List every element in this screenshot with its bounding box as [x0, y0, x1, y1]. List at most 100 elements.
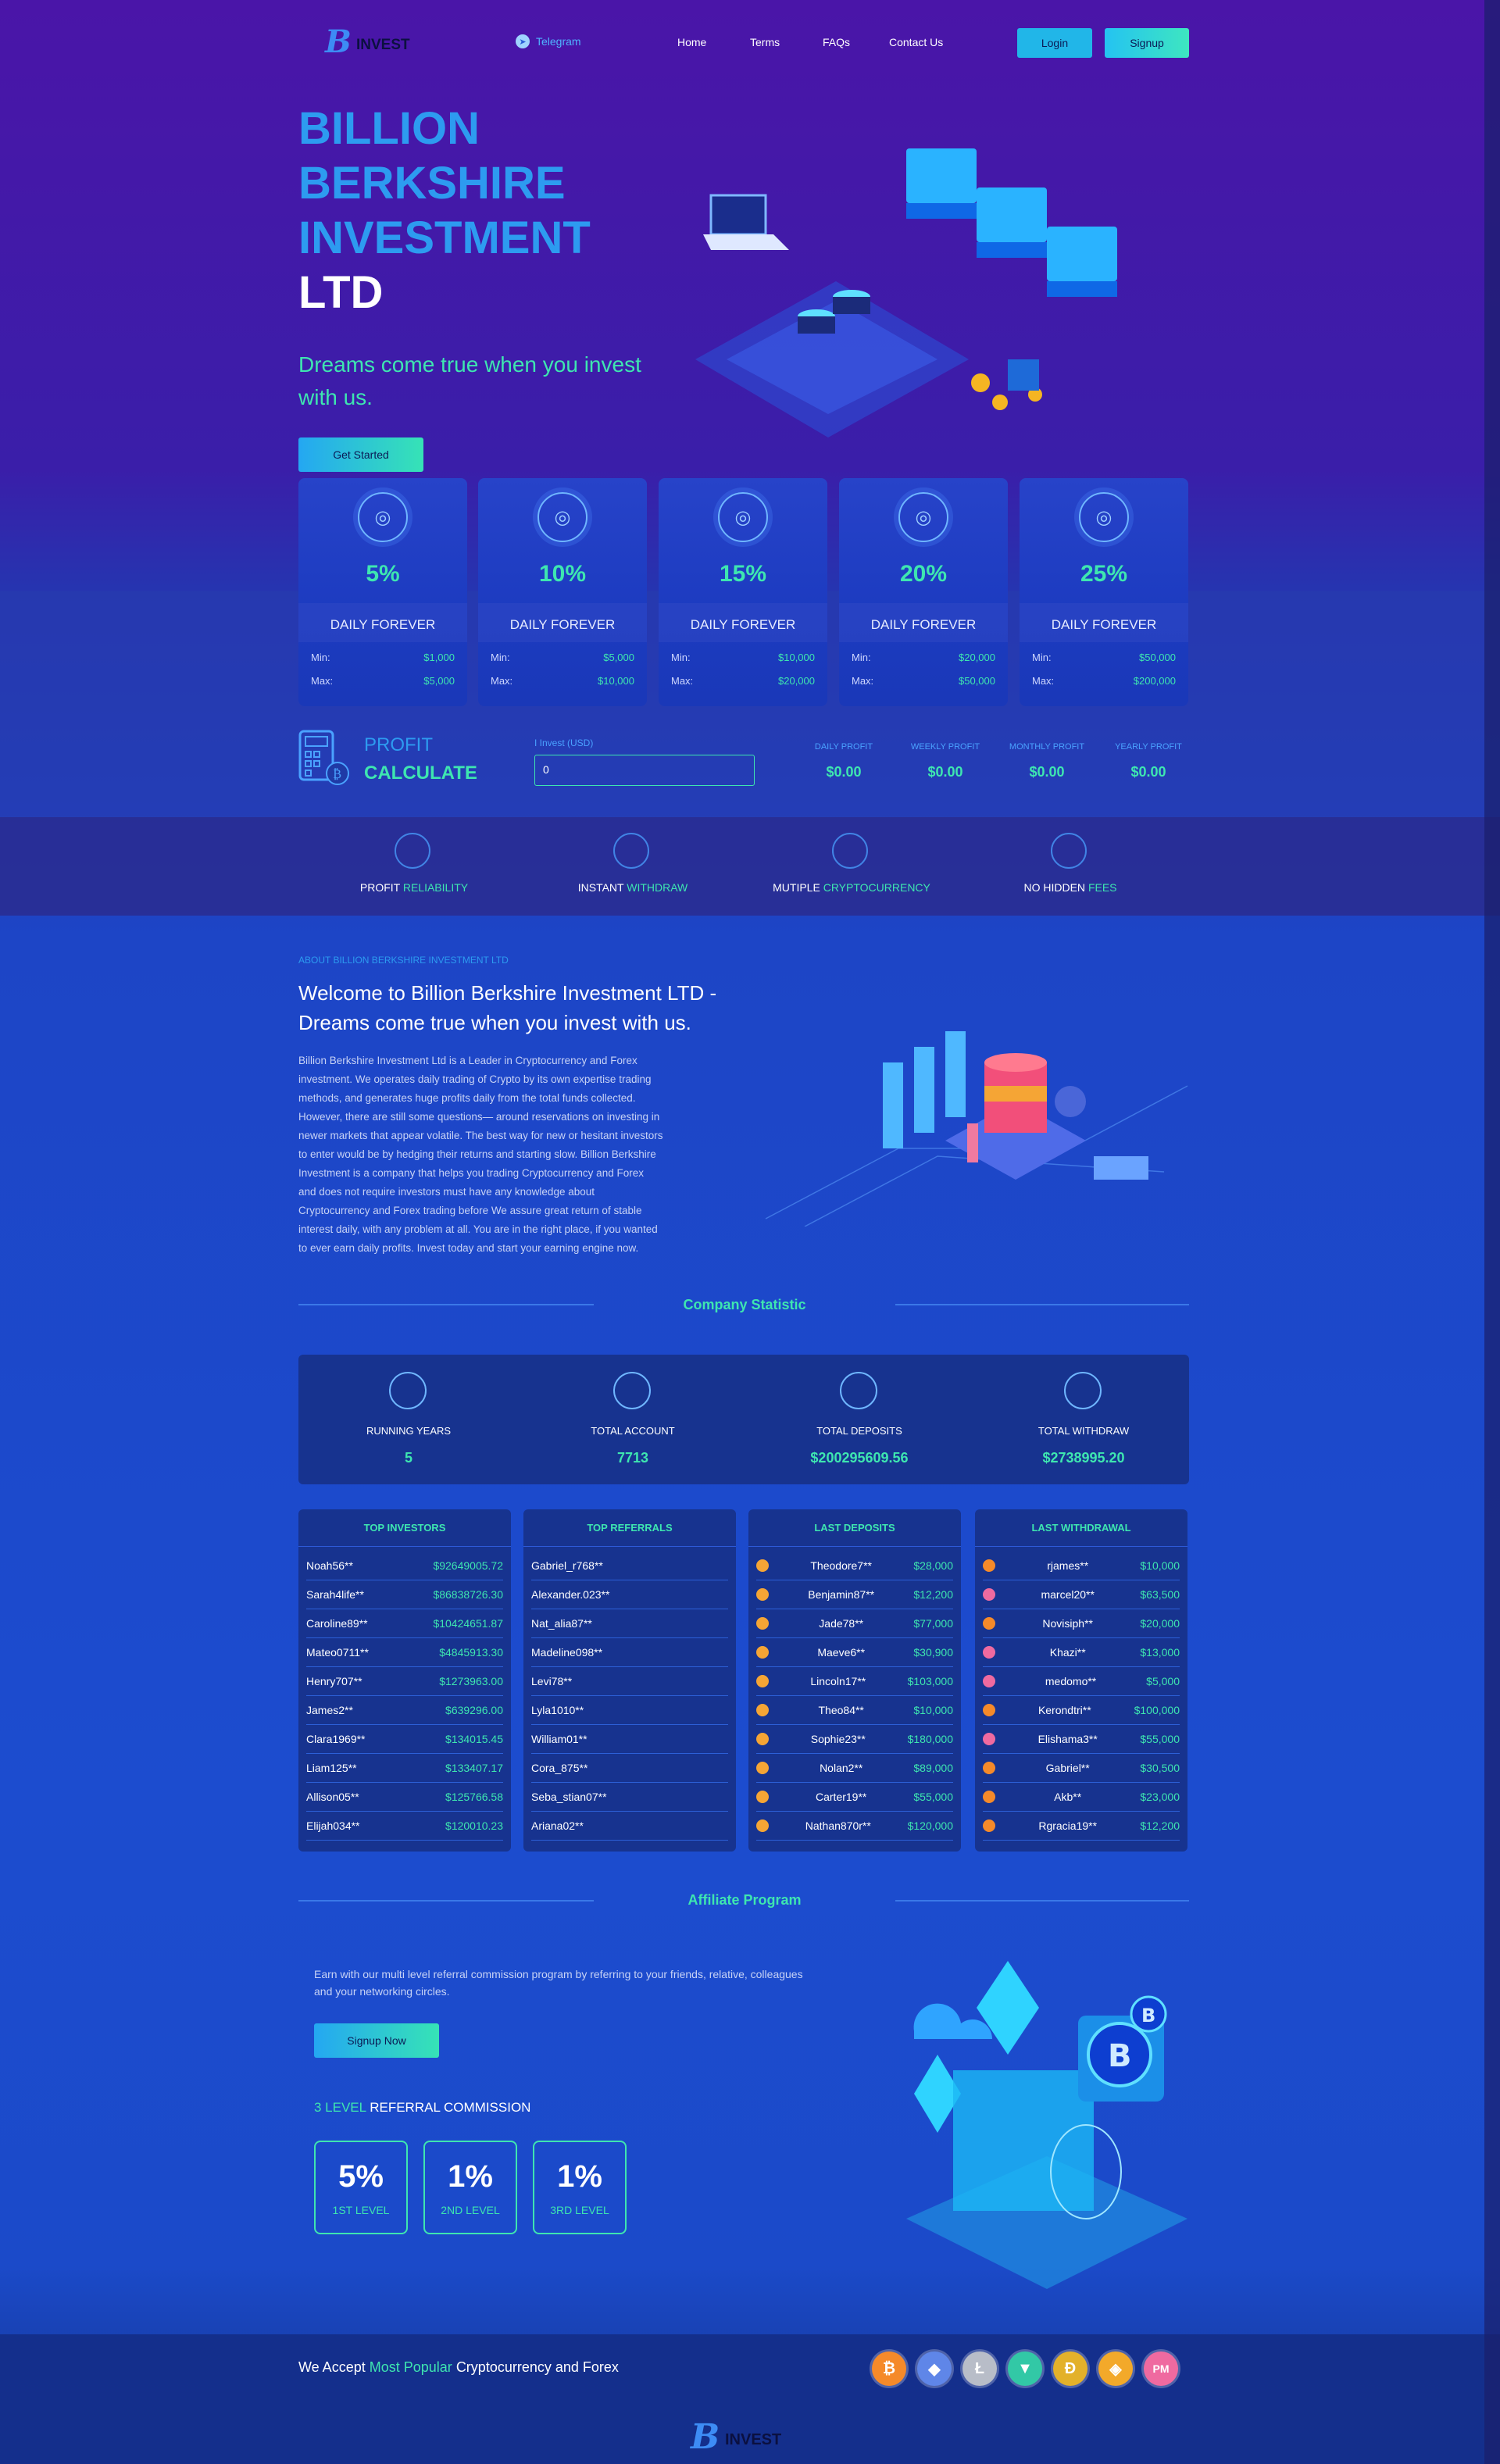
nav-home-label[interactable]: Home: [677, 36, 706, 48]
row-amount: $120010.23: [445, 1819, 503, 1832]
table-row: Theo84** $10,000: [756, 1696, 953, 1725]
nav-contact-label[interactable]: Contact Us: [889, 36, 943, 48]
row-user: Novisiph**: [1042, 1617, 1093, 1630]
row-amount: $180,000: [907, 1733, 953, 1745]
referral-heading-b: REFERRAL COMMISSION: [370, 2100, 531, 2115]
footer-logo[interactable]: B INVEST: [691, 2420, 800, 2455]
row-user: Jade78**: [819, 1617, 864, 1630]
plan-min-row: Min: $20,000: [852, 652, 995, 675]
table-row: Khazi** $13,000: [983, 1638, 1180, 1667]
hero-title-line-1: BILLION: [298, 103, 480, 154]
plan-max-label: Max:: [1032, 675, 1055, 687]
coin-dot-icon: [983, 1819, 995, 1832]
table-row: Jade78** $77,000: [756, 1609, 953, 1638]
row-user: rjames**: [1047, 1559, 1089, 1572]
plan-card[interactable]: ◎ 25% DAILY FOREVER Min: $50,000 Max: $200,000: [1020, 478, 1188, 706]
coin-dot-icon: [983, 1704, 995, 1716]
plan-min-row: Min: $10,000: [671, 652, 815, 675]
plan-min-value: $5,000: [603, 652, 634, 663]
row-amount: $4845913.30: [439, 1646, 503, 1659]
row-user: Nolan2**: [820, 1762, 863, 1774]
row-amount: $125766.58: [445, 1791, 503, 1803]
referral-heading-a: 3 LEVEL: [314, 2100, 366, 2115]
plan-card[interactable]: ◎ 10% DAILY FOREVER Min: $5,000 Max: $10,000: [478, 478, 647, 706]
plan-max-label: Max:: [852, 675, 874, 687]
plan-card[interactable]: ◎ 15% DAILY FOREVER Min: $10,000 Max: $20,000: [659, 478, 827, 706]
bank-card-icon: ◎: [358, 492, 408, 542]
table-row: Seba_stian07**: [531, 1783, 728, 1812]
feature-label: PROFIT RELIABILITY: [332, 881, 496, 894]
dogecoin-icon: Ð: [1053, 2352, 1088, 2386]
plan-label: DAILY FOREVER: [1051, 617, 1157, 632]
row-user: Elijah034**: [306, 1819, 360, 1832]
stat-value: 5: [404, 1450, 412, 1466]
affiliate-illustration: B B: [906, 1961, 1188, 2289]
table-row: Henry707** $1273963.00: [306, 1667, 503, 1696]
row-amount: $10,000: [1140, 1559, 1180, 1572]
coin-dot-icon: [756, 1762, 769, 1774]
invest-input[interactable]: 0: [534, 755, 755, 786]
telegram-link[interactable]: ➤ Telegram: [516, 34, 581, 48]
nav-terms-label[interactable]: Terms: [750, 36, 780, 48]
row-user: medomo**: [1045, 1675, 1097, 1687]
row-user: Gabriel_r768**: [531, 1559, 603, 1572]
row-user: Levi78**: [531, 1675, 573, 1687]
login-button[interactable]: Login: [1017, 28, 1092, 58]
table-row: Clara1969** $134015.45: [306, 1725, 503, 1754]
row-user: Allison05**: [306, 1791, 359, 1803]
about-body-line: Cryptocurrency and Forex trading before …: [298, 1205, 642, 1216]
logo[interactable]: B INVEST: [325, 27, 419, 58]
nav-faqs-label[interactable]: FAQs: [823, 36, 850, 48]
get-started-button[interactable]: Get Started: [298, 437, 423, 472]
profit-output-value: $0.00: [826, 764, 862, 780]
hero-title: BILLION BERKSHIRE INVESTMENT LTD: [298, 102, 591, 320]
table-row: marcel20** $63,500: [983, 1580, 1180, 1609]
profit-output-value: $0.00: [927, 764, 963, 780]
coin-dot-icon: [983, 1588, 995, 1601]
plan-max-row: Max: $10,000: [491, 675, 634, 698]
plan-card[interactable]: ◎ 5% DAILY FOREVER Min: $1,000 Max: $5,000: [298, 478, 467, 706]
profit-output-value: $0.00: [1130, 764, 1166, 780]
coin-dot-icon: [756, 1588, 769, 1601]
level-percent: 5%: [338, 2159, 384, 2194]
row-user: Caroline89**: [306, 1617, 368, 1630]
row-user: Sarah4life**: [306, 1588, 364, 1601]
affiliate-text-line-2: and your networking circles.: [314, 1985, 450, 1998]
invest-input-value: 0: [543, 763, 549, 776]
row-amount: $120,000: [907, 1819, 953, 1832]
plan-min-row: Min: $1,000: [311, 652, 455, 675]
nav-terms[interactable]: Terms: [750, 36, 780, 50]
svg-text:B: B: [1108, 2038, 1132, 2074]
level-label: 3RD LEVEL: [550, 2204, 609, 2216]
hero-title-line-3: INVESTMENT: [298, 212, 591, 263]
plan-min-label: Min:: [671, 652, 691, 663]
coin-dot-icon: [756, 1791, 769, 1803]
row-user: Lincoln17**: [810, 1675, 866, 1687]
row-amount: $5,000: [1146, 1675, 1180, 1687]
table-header: TOP INVESTORS: [298, 1509, 511, 1547]
nav-contact[interactable]: Contact Us: [889, 36, 943, 50]
row-user: Gabriel**: [1045, 1762, 1090, 1774]
signup-now-button[interactable]: Signup Now: [314, 2023, 439, 2058]
footer-logo-text: INVEST: [725, 2431, 782, 2448]
coin-dot-icon: [756, 1646, 769, 1659]
plan-rate: 20%: [899, 561, 948, 587]
plan-max-value: $20,000: [778, 675, 815, 687]
row-amount: $134015.45: [445, 1733, 503, 1745]
about-heading-line-1: Welcome to Billion Berkshire Investment …: [298, 981, 717, 1005]
signup-button[interactable]: Signup: [1105, 28, 1189, 58]
table-row: medomo** $5,000: [983, 1667, 1180, 1696]
bitcoin-network-icon: ◎: [898, 492, 948, 542]
nav-home[interactable]: Home: [677, 36, 706, 50]
row-user: Carter19**: [816, 1791, 867, 1803]
invest-input-label: I Invest (USD): [534, 737, 594, 748]
table-row: Levi78**: [531, 1667, 728, 1696]
coin-dot-icon: [756, 1704, 769, 1716]
feature-label: INSTANT WITHDRAW: [551, 881, 715, 894]
plan-max-row: Max: $20,000: [671, 675, 815, 698]
stat-label: RUNNING YEARS: [366, 1425, 452, 1437]
plan-card[interactable]: ◎ 20% DAILY FOREVER Min: $20,000 Max: $50,000: [839, 478, 1008, 706]
nav-faqs[interactable]: FAQs: [823, 36, 850, 50]
about-heading: Welcome to Billion Berkshire Investment …: [298, 978, 716, 1037]
about-body-line: investment. We operates daily trading of…: [298, 1073, 652, 1085]
